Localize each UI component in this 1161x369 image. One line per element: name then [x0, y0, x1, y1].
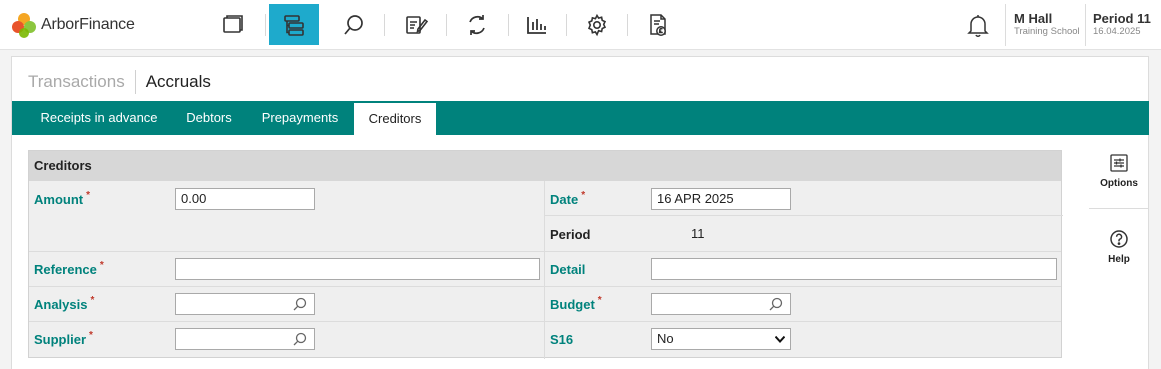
report-document-icon [650, 13, 666, 36]
chevron-down-icon [775, 335, 785, 343]
nav-notes-button[interactable] [391, 4, 441, 45]
search-icon[interactable] [293, 297, 307, 311]
date-input[interactable]: 16 APR 2025 [651, 188, 791, 210]
help-label: Help [1108, 254, 1130, 265]
brand-logo[interactable]: ArborFinance [10, 11, 135, 39]
reference-label: Reference * [34, 260, 104, 277]
creditors-form: Creditors Amount * 0.00 Date * 16 APR 2025… [28, 150, 1063, 359]
breadcrumb-transactions-link[interactable]: Transactions [28, 72, 125, 92]
breadcrumb-divider [134, 70, 136, 94]
s16-selected-value: No [657, 331, 674, 346]
page-title: Accruals [145, 72, 211, 91]
nav-reports-button[interactable] [512, 4, 562, 45]
tab-receipts-in-advance[interactable]: Receipts in advance [27, 101, 171, 135]
content-panel: Transactions Accruals Receipts in advanc… [11, 56, 1149, 369]
period-value: 11 [691, 226, 705, 241]
date-label: Date * [550, 190, 586, 207]
top-bar: ArborFinance M Hall Training School Peri… [0, 0, 1161, 50]
s16-label: S16 [550, 332, 574, 347]
nav-hierarchy-button[interactable] [269, 4, 319, 45]
help-circle-icon [1110, 230, 1128, 248]
reference-input[interactable] [175, 258, 540, 280]
nav-folder-button[interactable] [208, 4, 258, 45]
period-selector[interactable]: Period 11 16.04.2025 [1085, 4, 1161, 46]
budget-label: Budget * [550, 295, 602, 312]
amount-label: Amount * [34, 190, 91, 207]
budget-lookup[interactable] [651, 293, 791, 315]
nav-settings-button[interactable] [572, 4, 622, 45]
hierarchy-icon [284, 14, 304, 36]
notifications-bell-icon[interactable] [965, 12, 991, 38]
notes-edit-icon [406, 15, 428, 34]
bar-chart-icon [527, 16, 546, 34]
tab-prepayments[interactable]: Prepayments [247, 101, 353, 135]
s16-select[interactable]: No [651, 328, 791, 350]
period-label: Period 11 [1093, 11, 1151, 26]
period-date: 16.04.2025 [1093, 26, 1141, 37]
options-label: Options [1100, 178, 1138, 189]
nav-search-button[interactable] [329, 4, 379, 45]
search-icon [344, 14, 363, 35]
period-field-label: Period [550, 227, 591, 242]
search-icon[interactable] [293, 332, 307, 346]
amount-input[interactable]: 0.00 [175, 188, 315, 210]
nav-finance-report-button[interactable] [633, 4, 683, 45]
supplier-lookup[interactable] [175, 328, 315, 350]
gear-icon [587, 13, 607, 36]
breadcrumb: Transactions Accruals [28, 70, 211, 94]
analysis-lookup[interactable] [175, 293, 315, 315]
tab-bar: Receipts in advance Debtors Prepayments … [12, 101, 1149, 135]
tab-creditors[interactable]: Creditors [354, 103, 436, 135]
detail-label: Detail [550, 262, 586, 277]
form-title: Creditors [29, 151, 1061, 181]
nav-refresh-button[interactable] [452, 4, 502, 45]
sliders-icon [1110, 154, 1128, 172]
supplier-label: Supplier * [34, 330, 93, 347]
detail-input[interactable] [651, 258, 1057, 280]
options-button[interactable]: Options [1089, 153, 1149, 189]
tab-debtors[interactable]: Debtors [171, 101, 247, 135]
search-icon[interactable] [769, 297, 783, 311]
analysis-label: Analysis * [34, 295, 95, 312]
brand-name: ArborFinance [41, 16, 135, 33]
help-button[interactable]: Help [1089, 229, 1149, 265]
user-school: Training School [1014, 26, 1080, 37]
arbor-logo-icon [12, 13, 36, 38]
user-menu[interactable]: M Hall Training School [1005, 4, 1085, 46]
refresh-cycle-icon [469, 14, 485, 35]
user-name: M Hall [1014, 11, 1053, 26]
folder-icon [223, 14, 243, 33]
